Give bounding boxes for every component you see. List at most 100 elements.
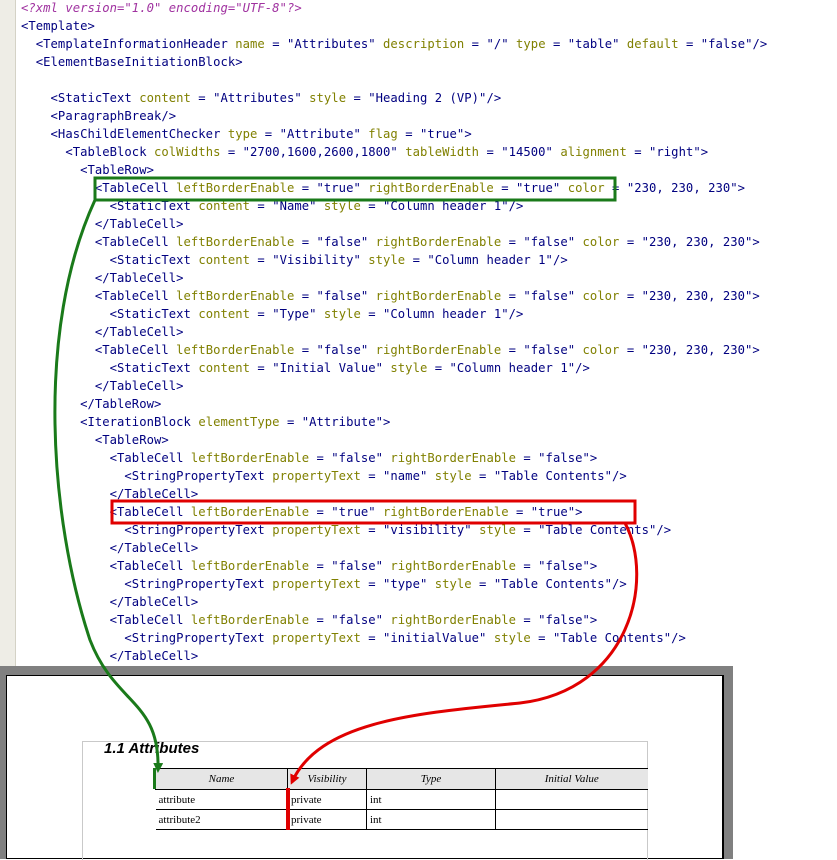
code-token: = xyxy=(471,469,494,483)
code-token: = xyxy=(501,235,524,249)
code-token: <StaticText xyxy=(21,307,199,321)
code-token: = xyxy=(250,199,273,213)
table-row: attribute private int xyxy=(155,789,648,810)
code-token: <Template> xyxy=(21,19,95,33)
code-token: <StaticText xyxy=(21,91,140,105)
code-token: /> xyxy=(612,469,627,483)
code-token: <TableCell xyxy=(21,505,191,519)
code-line: </TableRow> xyxy=(21,395,161,413)
code-token: <TableCell xyxy=(21,613,191,627)
code-token: > xyxy=(383,415,391,429)
code-token: <TableCell xyxy=(21,451,191,465)
code-token: <StaticText xyxy=(21,253,199,267)
code-line: <TableBlock colWidths = "2700,1600,2600,… xyxy=(21,143,708,161)
code-token: /> xyxy=(552,253,568,267)
code-line: <TableRow> xyxy=(21,431,169,449)
code-token: "Attribute" xyxy=(301,415,384,429)
code-token: "false" xyxy=(316,235,369,249)
code-line: <StringPropertyText propertyText = "visi… xyxy=(21,521,671,539)
code-token: = xyxy=(427,361,450,375)
code-token: = xyxy=(501,289,524,303)
code-token: <ParagraphBreak/> xyxy=(21,109,177,123)
code-token: rightBorderEnable xyxy=(383,505,509,519)
code-token: type xyxy=(227,127,258,141)
code-token: "type" xyxy=(383,577,428,591)
code-line: <IterationBlock elementType = "Attribute… xyxy=(21,413,390,431)
code-token: "true" xyxy=(419,127,465,141)
code-token: <?xml version="1.0" encoding="UTF-8"?> xyxy=(21,1,302,15)
code-line: <ParagraphBreak/> xyxy=(21,107,177,125)
code-line: </TableCell> xyxy=(21,269,184,287)
code-token: "table" xyxy=(567,37,620,51)
code-line: </TableCell> xyxy=(21,323,184,341)
code-token: "true" xyxy=(316,181,361,195)
cell-visibility: private xyxy=(287,809,367,830)
code-token: = xyxy=(464,37,487,51)
code-token: = xyxy=(678,37,701,51)
code-token: propertyText xyxy=(272,469,361,483)
code-token: style xyxy=(493,631,531,645)
code-line: <TemplateInformationHeader name = "Attri… xyxy=(21,35,767,53)
code-token: <TableCell xyxy=(21,289,177,303)
code-token: = xyxy=(309,505,332,519)
cell-name: attribute xyxy=(155,789,288,810)
code-token: "false" xyxy=(316,289,369,303)
xml-editor[interactable]: <?xml version="1.0" encoding="UTF-8"?> <T… xyxy=(0,0,837,666)
code-token: = xyxy=(294,181,317,195)
code-token: leftBorderEnable xyxy=(176,235,295,249)
code-token: style xyxy=(434,577,472,591)
code-token: propertyText xyxy=(272,523,361,537)
code-token: "false" xyxy=(331,451,384,465)
code-token: = xyxy=(508,505,531,519)
code-line: <HasChildElementChecker type = "Attribut… xyxy=(21,125,472,143)
code-token: = xyxy=(479,145,502,159)
code-token: propertyText xyxy=(272,631,361,645)
cell-initial-value xyxy=(495,809,648,830)
code-token: = xyxy=(220,145,243,159)
code-token: rightBorderEnable xyxy=(375,289,502,303)
code-token: = xyxy=(360,577,384,591)
code-token: = xyxy=(626,145,650,159)
code-token: "2700,1600,2600,1800" xyxy=(242,145,398,159)
attributes-table: Name Visibility Type Initial Value attri… xyxy=(155,768,648,830)
code-token: <TableRow> xyxy=(21,433,169,447)
code-token: > xyxy=(752,289,760,303)
code-token: = xyxy=(493,181,516,195)
code-line: <StringPropertyText propertyText = "type… xyxy=(21,575,627,593)
code-token: = xyxy=(309,451,332,465)
code-token: "true" xyxy=(530,505,576,519)
code-line: <TableCell leftBorderEnable = "false" ri… xyxy=(21,341,760,359)
code-token: <TableCell xyxy=(21,343,177,357)
code-token: "true" xyxy=(516,181,561,195)
code-token: "Type" xyxy=(272,307,317,321)
header-cell-type: Type xyxy=(366,768,496,790)
code-token: <StringPropertyText xyxy=(21,631,273,645)
code-token: "false" xyxy=(700,37,753,51)
code-token: = xyxy=(397,127,420,141)
code-token: <TableBlock xyxy=(21,145,154,159)
code-token: content xyxy=(198,361,251,375)
code-token: = xyxy=(346,91,369,105)
code-token: "Attribute" xyxy=(279,127,361,141)
cell-visibility: private xyxy=(287,789,367,810)
code-token: <TableRow> xyxy=(21,163,154,177)
code-token: style xyxy=(309,91,347,105)
code-token: <TableCell xyxy=(21,181,177,195)
code-line: <StaticText content = "Initial Value" st… xyxy=(21,359,590,377)
code-line: </TableCell> xyxy=(21,485,199,503)
code-token: rightBorderEnable xyxy=(390,613,516,627)
code-token: = xyxy=(619,343,642,357)
code-token: "Table Contents" xyxy=(538,523,657,537)
code-token: /> xyxy=(508,307,524,321)
code-token: = xyxy=(294,343,317,357)
code-token: style xyxy=(434,469,472,483)
header-cell-visibility: Visibility xyxy=(287,768,367,790)
